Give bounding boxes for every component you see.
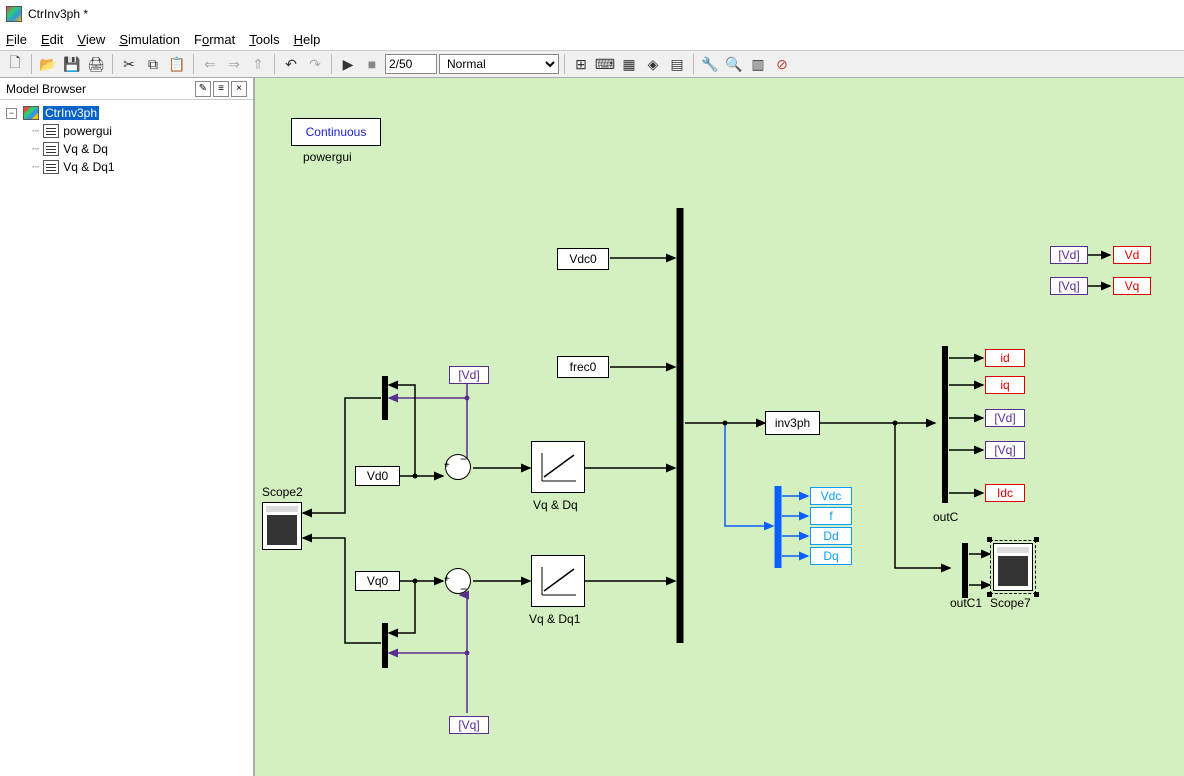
block-bus-dd[interactable]: Dd: [810, 527, 852, 545]
sidebar-close-icon[interactable]: ×: [231, 81, 247, 97]
block-vdc0[interactable]: Vdc0: [557, 248, 609, 270]
tree-item-vqdq[interactable]: ┄ Vq & Dq: [6, 140, 247, 158]
block-out-idc[interactable]: Idc: [985, 484, 1025, 502]
label-powergui: powergui: [303, 150, 352, 164]
block-goto-vq[interactable]: [Vq]: [985, 441, 1025, 459]
tool-icon-2[interactable]: ⌨: [594, 53, 616, 75]
block-scope2[interactable]: [262, 502, 302, 550]
block-sum-d[interactable]: + −: [445, 454, 471, 480]
subsystem-icon: [43, 142, 59, 156]
window-title: CtrInv3ph *: [28, 7, 88, 21]
menu-tools[interactable]: Tools: [249, 32, 279, 47]
forward-icon[interactable]: ⇒: [223, 53, 245, 75]
block-bus-f[interactable]: f: [810, 507, 852, 525]
canvas[interactable]: Continuous powergui Vdc0 frec0 Vd0 Vq0 […: [255, 78, 1184, 776]
block-tf-d[interactable]: [531, 441, 585, 493]
block-vq0[interactable]: Vq0: [355, 571, 400, 591]
block-sum-q[interactable]: + −: [445, 568, 471, 594]
block-tf-q[interactable]: [531, 555, 585, 607]
up-icon[interactable]: ⇑: [247, 53, 269, 75]
tool-icon-3[interactable]: ▦: [618, 53, 640, 75]
tree-item-vqdq1[interactable]: ┄ Vq & Dq1: [6, 158, 247, 176]
main: Model Browser ✎ ≡ × − CtrInv3ph ┄ powerg…: [0, 78, 1184, 776]
library-icon[interactable]: 🔧: [699, 53, 721, 75]
block-bus-vdc[interactable]: Vdc: [810, 487, 852, 505]
menu-simulation[interactable]: Simulation: [119, 32, 180, 47]
block-out-vd-top[interactable]: Vd: [1113, 246, 1151, 264]
explorer-icon[interactable]: 🔍: [723, 53, 745, 75]
expand-icon[interactable]: −: [6, 108, 17, 119]
sidebar-title: Model Browser: [6, 82, 86, 96]
block-scope7[interactable]: [993, 543, 1033, 591]
label-vqdq1: Vq & Dq1: [529, 612, 580, 626]
open-icon[interactable]: 📂: [37, 53, 59, 75]
block-frec0[interactable]: frec0: [557, 356, 609, 378]
app-icon: [6, 6, 22, 22]
menu-edit[interactable]: Edit: [41, 32, 63, 47]
sidebar-tool-2-icon[interactable]: ≡: [213, 81, 229, 97]
redo-icon[interactable]: ↷: [304, 53, 326, 75]
new-icon[interactable]: 🗋: [4, 53, 26, 75]
label-scope7: Scope7: [990, 596, 1031, 610]
undo-icon[interactable]: ↶: [280, 53, 302, 75]
paste-icon[interactable]: 📋: [166, 53, 188, 75]
tree-root-label: CtrInv3ph: [43, 106, 99, 120]
model-browser-panel: Model Browser ✎ ≡ × − CtrInv3ph ┄ powerg…: [0, 78, 255, 776]
play-icon[interactable]: ▶: [337, 53, 359, 75]
config-icon[interactable]: ▥: [747, 53, 769, 75]
tree: − CtrInv3ph ┄ powergui ┄ Vq & Dq ┄ Vq &: [0, 100, 253, 180]
label-outc1: outC1: [950, 596, 982, 610]
block-vd0[interactable]: Vd0: [355, 466, 400, 486]
block-inv3ph[interactable]: inv3ph: [765, 411, 820, 435]
sidebar-tool-1-icon[interactable]: ✎: [195, 81, 211, 97]
block-out-iq[interactable]: iq: [985, 376, 1025, 394]
block-powergui[interactable]: Continuous: [291, 118, 381, 146]
save-icon[interactable]: 💾: [61, 53, 83, 75]
wire-layer: [255, 78, 1184, 776]
sidebar-header: Model Browser ✎ ≡ ×: [0, 78, 253, 100]
label-outc: outC: [933, 510, 958, 524]
subsystem-icon: [43, 160, 59, 174]
cut-icon[interactable]: ✂: [118, 53, 140, 75]
block-from-vd-top[interactable]: [Vd]: [1050, 246, 1088, 264]
toolbar: 🗋 📂 💾 🖨 ✂ ⧉ 📋 ⇐ ⇒ ⇑ ↶ ↷ ▶ ■ Normal ⊞ ⌨ ▦…: [0, 50, 1184, 78]
label-scope2: Scope2: [262, 485, 303, 499]
tool-icon-5[interactable]: ▤: [666, 53, 688, 75]
menubar: File Edit View Simulation Format Tools H…: [0, 28, 1184, 50]
target-icon[interactable]: ⊘: [771, 53, 793, 75]
block-from-vq-top[interactable]: [Vq]: [1050, 277, 1088, 295]
subsystem-icon: [43, 124, 59, 138]
block-goto-vd[interactable]: [Vd]: [985, 409, 1025, 427]
mode-select[interactable]: Normal: [439, 54, 559, 74]
tree-item-powergui[interactable]: ┄ powergui: [6, 122, 247, 140]
tool-icon-4[interactable]: ◈: [642, 53, 664, 75]
label-vqdq: Vq & Dq: [533, 498, 578, 512]
model-icon: [23, 106, 39, 120]
block-from-vq[interactable]: [Vq]: [449, 716, 489, 734]
menu-view[interactable]: View: [77, 32, 105, 47]
tree-label: Vq & Dq: [63, 142, 108, 156]
block-out-id[interactable]: id: [985, 349, 1025, 367]
block-out-vq-top[interactable]: Vq: [1113, 277, 1151, 295]
tree-label: Vq & Dq1: [63, 160, 114, 174]
tree-root-row[interactable]: − CtrInv3ph: [6, 104, 247, 122]
back-icon[interactable]: ⇐: [199, 53, 221, 75]
block-bus-dq[interactable]: Dq: [810, 547, 852, 565]
block-from-vd[interactable]: [Vd]: [449, 366, 489, 384]
step-input[interactable]: [385, 54, 437, 74]
menu-help[interactable]: Help: [294, 32, 321, 47]
copy-icon[interactable]: ⧉: [142, 53, 164, 75]
menu-format[interactable]: Format: [194, 32, 235, 47]
menu-file[interactable]: File: [6, 32, 27, 47]
tree-label: powergui: [63, 124, 112, 138]
print-icon[interactable]: 🖨: [85, 53, 107, 75]
titlebar: CtrInv3ph *: [0, 0, 1184, 28]
stop-icon[interactable]: ■: [361, 53, 383, 75]
tool-icon-1[interactable]: ⊞: [570, 53, 592, 75]
